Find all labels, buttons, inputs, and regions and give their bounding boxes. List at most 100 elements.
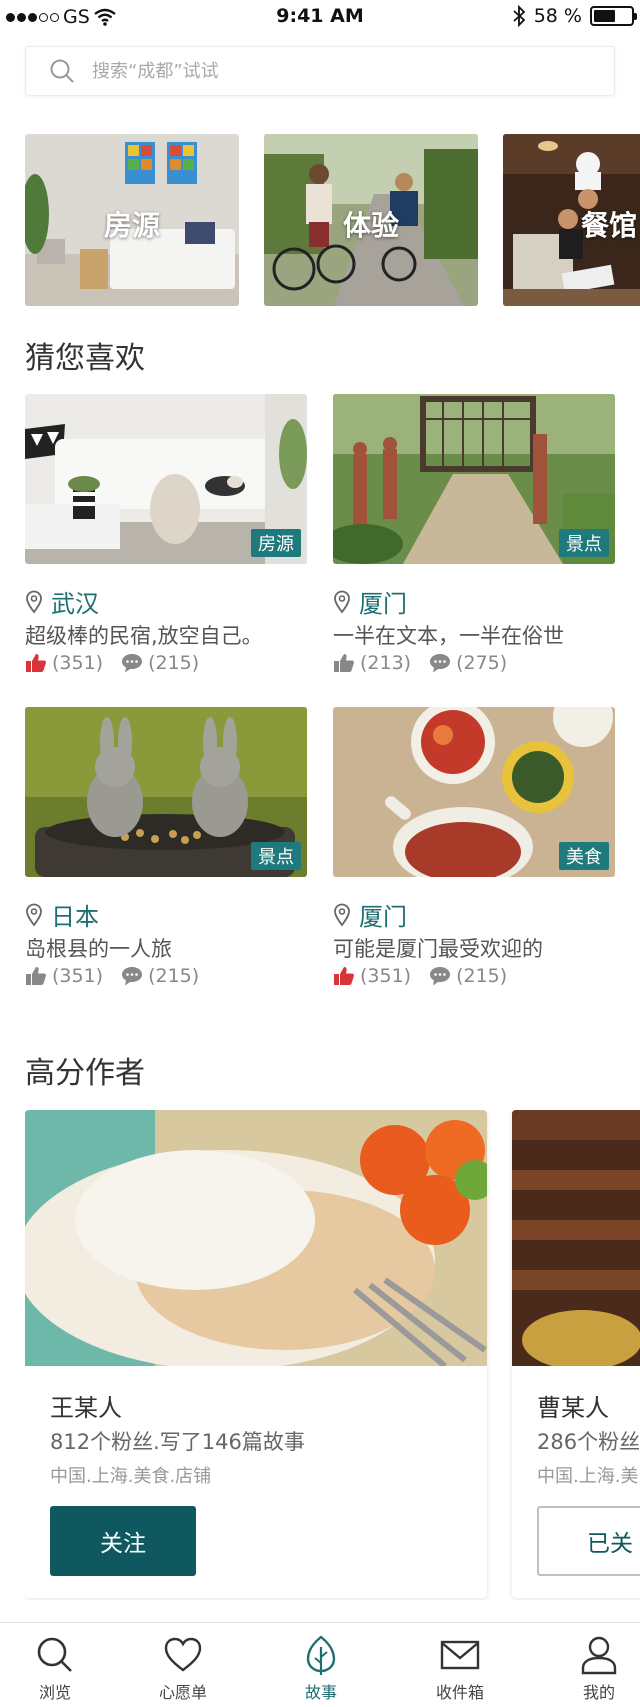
like-count: (213) (360, 652, 412, 674)
category-badge: 景点 (559, 529, 609, 557)
user-icon (581, 1636, 617, 1675)
recommend-description: 可能是厦门最受欢迎的 (333, 937, 543, 961)
recommend-stats: (351) (215) (333, 965, 519, 987)
recommend-stats: (213) (275) (333, 652, 519, 674)
recommend-image: 景点 (25, 707, 307, 877)
recommend-stats: (351) (215) (25, 652, 211, 674)
thumbs-up-icon (334, 654, 354, 672)
section-title-authors: 高分作者 (25, 1056, 145, 1091)
tab-label: 心愿单 (158, 1683, 207, 1702)
location-name: 厦门 (359, 903, 407, 931)
thumbs-up-icon (334, 967, 354, 985)
like-stat[interactable]: (351) (333, 965, 411, 987)
search-icon (50, 59, 74, 83)
recommend-description: 超级棒的民宿,放空自己。 (25, 624, 263, 648)
category-badge: 房源 (251, 529, 301, 557)
location-pin-icon (26, 590, 42, 614)
status-bar: GS 9:41 AM 58 % (0, 0, 640, 34)
tab-profile[interactable]: 我的 (544, 1623, 640, 1707)
recommend-image: 美食 (333, 707, 615, 877)
location[interactable]: 武汉 (25, 584, 99, 619)
author-cover-image (25, 1110, 487, 1366)
author-tags: 中国.上海.美食.店铺 (50, 1466, 212, 1487)
recommend-image: 房源 (25, 394, 307, 564)
follow-button[interactable]: 关注 (50, 1506, 196, 1576)
comment-icon (122, 967, 143, 986)
location[interactable]: 厦门 (333, 584, 407, 619)
author-name: 王某人 (50, 1394, 122, 1422)
search-bar[interactable] (25, 46, 615, 96)
location[interactable]: 厦门 (333, 897, 407, 932)
comment-stat[interactable]: (215) (429, 965, 507, 987)
search-icon (37, 1637, 72, 1672)
category-card-listings[interactable]: 房源 (25, 134, 239, 306)
thumbs-up-icon (26, 654, 46, 672)
comment-count: (275) (456, 652, 508, 674)
comment-stat[interactable]: (215) (121, 652, 199, 674)
recommend-card[interactable]: 景点 日本 岛根县的一人旅 (351) (215) (25, 707, 307, 987)
category-badge: 美食 (559, 842, 609, 870)
bluetooth-icon (513, 5, 526, 27)
location[interactable]: 日本 (25, 897, 99, 932)
comment-count: (215) (456, 965, 508, 987)
location-pin-icon (334, 903, 350, 927)
following-button[interactable]: 已关 (537, 1506, 640, 1576)
location-pin-icon (26, 903, 42, 927)
recommend-description: 岛根县的一人旅 (25, 937, 172, 961)
recommend-card[interactable]: 房源 武汉 超级棒的民宿,放空自己。 (351) (215) (25, 394, 307, 674)
like-stat[interactable]: (351) (25, 965, 103, 987)
tab-wishlist[interactable]: 心愿单 (128, 1623, 238, 1707)
recommend-description: 一半在文本，一半在俗世 (333, 624, 564, 648)
section-title-recommend: 猜您喜欢 (25, 341, 145, 376)
author-tags: 中国.上海.美 (537, 1466, 639, 1487)
search-input[interactable] (92, 60, 572, 82)
author-card[interactable]: 王某人 812个粉丝.写了146篇故事 中国.上海.美食.店铺 关注 (25, 1110, 487, 1598)
tab-bar: 浏览 心愿单 故事 收件箱 我的 (0, 1622, 640, 1707)
tab-browse[interactable]: 浏览 (0, 1623, 110, 1707)
tab-label: 我的 (582, 1683, 615, 1702)
tab-label: 浏览 (38, 1683, 71, 1702)
author-fans: 286个粉丝.写了 (537, 1430, 640, 1454)
mail-icon (440, 1640, 480, 1670)
location-pin-icon (334, 590, 350, 614)
category-card-restaurants[interactable]: 餐馆 (503, 134, 640, 306)
category-carousel[interactable]: 房源 体验 餐馆 (25, 134, 640, 308)
comment-stat[interactable]: (215) (121, 965, 199, 987)
heart-icon (164, 1637, 202, 1672)
tab-label: 故事 (304, 1683, 337, 1702)
like-stat[interactable]: (351) (25, 652, 103, 674)
comment-icon (430, 967, 451, 986)
comment-icon (430, 654, 451, 673)
comment-stat[interactable]: (275) (429, 652, 507, 674)
like-stat[interactable]: (213) (333, 652, 411, 674)
tab-inbox[interactable]: 收件箱 (405, 1623, 515, 1707)
comment-icon (122, 654, 143, 673)
location-name: 厦门 (359, 590, 407, 618)
tab-stories[interactable]: 故事 (266, 1623, 376, 1707)
location-name: 日本 (51, 903, 99, 931)
comment-count: (215) (148, 965, 200, 987)
author-name: 曹某人 (537, 1394, 609, 1422)
battery-icon (590, 6, 637, 26)
category-label: 房源 (103, 209, 160, 242)
author-cover-image (512, 1110, 640, 1366)
leaf-icon (306, 1635, 336, 1675)
recommend-image: 景点 (333, 394, 615, 564)
category-label: 体验 (342, 209, 399, 242)
comment-count: (215) (148, 652, 200, 674)
category-card-experiences[interactable]: 体验 (264, 134, 478, 306)
location-name: 武汉 (51, 590, 99, 618)
category-badge: 景点 (251, 842, 301, 870)
recommend-stats: (351) (215) (25, 965, 211, 987)
status-right: 58 % (512, 5, 637, 27)
like-count: (351) (52, 652, 104, 674)
like-count: (351) (360, 965, 412, 987)
thumbs-up-icon (26, 967, 46, 985)
recommend-card[interactable]: 景点 厦门 一半在文本，一半在俗世 (213) (275) (333, 394, 615, 674)
recommend-card[interactable]: 美食 厦门 可能是厦门最受欢迎的 (351) (215) (333, 707, 615, 987)
author-card[interactable]: 曹某人 286个粉丝.写了 中国.上海.美 已关 (512, 1110, 640, 1598)
like-count: (351) (52, 965, 104, 987)
category-label: 餐馆 (581, 209, 638, 242)
tab-label: 收件箱 (435, 1683, 484, 1702)
author-carousel[interactable]: 王某人 812个粉丝.写了146篇故事 中国.上海.美食.店铺 关注 曹某人 2… (25, 1110, 640, 1600)
